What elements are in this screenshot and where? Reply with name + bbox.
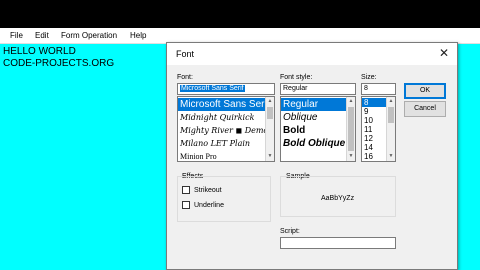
ok-button[interactable]: OK [404,83,446,99]
menu-edit[interactable]: Edit [35,31,49,41]
strikeout-checkbox[interactable] [182,186,190,194]
text-line-1: HELLO WORLD [3,46,76,57]
font-item-minion-pro[interactable]: Minion Pro [178,150,217,161]
underline-label: Underline [194,202,224,209]
size-label: Size: [361,74,377,81]
style-item-oblique[interactable]: Oblique [281,111,317,124]
scroll-up-arrow-icon[interactable]: ▲ [347,97,355,106]
close-icon[interactable]: ✕ [439,46,449,60]
scroll-thumb[interactable] [348,107,354,151]
size-item-11[interactable]: 11 [362,125,372,134]
font-name-list[interactable]: Microsoft Sans Serif Midnight Quirkick M… [177,96,275,162]
effects-group [177,176,271,222]
font-label: Font: [177,74,193,81]
script-dropdown[interactable] [280,237,396,249]
dialog-title-bar: Font ✕ [167,43,457,65]
font-list-scrollbar[interactable]: ▲ ▼ [265,97,274,161]
cancel-button[interactable]: Cancel [404,101,446,117]
font-name-field[interactable]: Microsoft Sans Serif [177,83,275,95]
font-item-microsoft-sans-serif[interactable]: Microsoft Sans Serif [178,98,269,111]
menu-help[interactable]: Help [130,31,146,41]
font-item-milano-let[interactable]: Milano LET Plain [178,137,250,150]
size-field[interactable]: 8 [361,83,396,95]
menu-file[interactable]: File [10,31,23,41]
sample-text: AaBbYyZz [321,195,355,202]
style-item-bold[interactable]: Bold [281,124,305,137]
font-style-list[interactable]: Regular Oblique Bold Bold Oblique ▲ ▼ [280,96,356,162]
size-item-16[interactable]: 16 [362,152,373,161]
scroll-thumb[interactable] [267,107,273,119]
size-item-14[interactable]: 14 [362,143,373,152]
style-item-regular[interactable]: Regular [281,98,347,111]
size-item-8[interactable]: 8 [362,98,387,107]
size-list[interactable]: 8 9 10 11 12 14 16 ▲ ▼ [361,96,396,162]
font-style-field[interactable]: Regular [280,83,356,95]
size-item-12[interactable]: 12 [362,134,373,143]
font-item-midnight-quirkick[interactable]: Midnight Quirkick [178,111,254,124]
size-item-9[interactable]: 9 [362,107,368,116]
scroll-thumb[interactable] [388,107,394,123]
scroll-down-arrow-icon[interactable]: ▼ [266,152,274,161]
menu-form-operation[interactable]: Form Operation [61,31,117,41]
font-item-mighty-river[interactable]: Mighty River ◼ Demo [178,124,268,137]
style-item-bold-oblique[interactable]: Bold Oblique [281,137,345,150]
scroll-down-arrow-icon[interactable]: ▼ [347,152,355,161]
dialog-title: Font [176,49,195,59]
scroll-down-arrow-icon[interactable]: ▼ [387,152,395,161]
scroll-up-arrow-icon[interactable]: ▲ [387,97,395,106]
text-line-2: CODE-PROJECTS.ORG [3,58,115,69]
strikeout-label: Strikeout [194,187,222,194]
script-label: Script: [280,228,300,235]
size-list-scrollbar[interactable]: ▲ ▼ [386,97,395,161]
font-style-label: Font style: [280,74,313,81]
underline-checkbox[interactable] [182,201,190,209]
size-item-10[interactable]: 10 [362,116,373,125]
style-list-scrollbar[interactable]: ▲ ▼ [346,97,355,161]
font-dialog: Font ✕ Font: Microsoft Sans Serif Micros… [166,42,458,270]
scroll-up-arrow-icon[interactable]: ▲ [266,97,274,106]
